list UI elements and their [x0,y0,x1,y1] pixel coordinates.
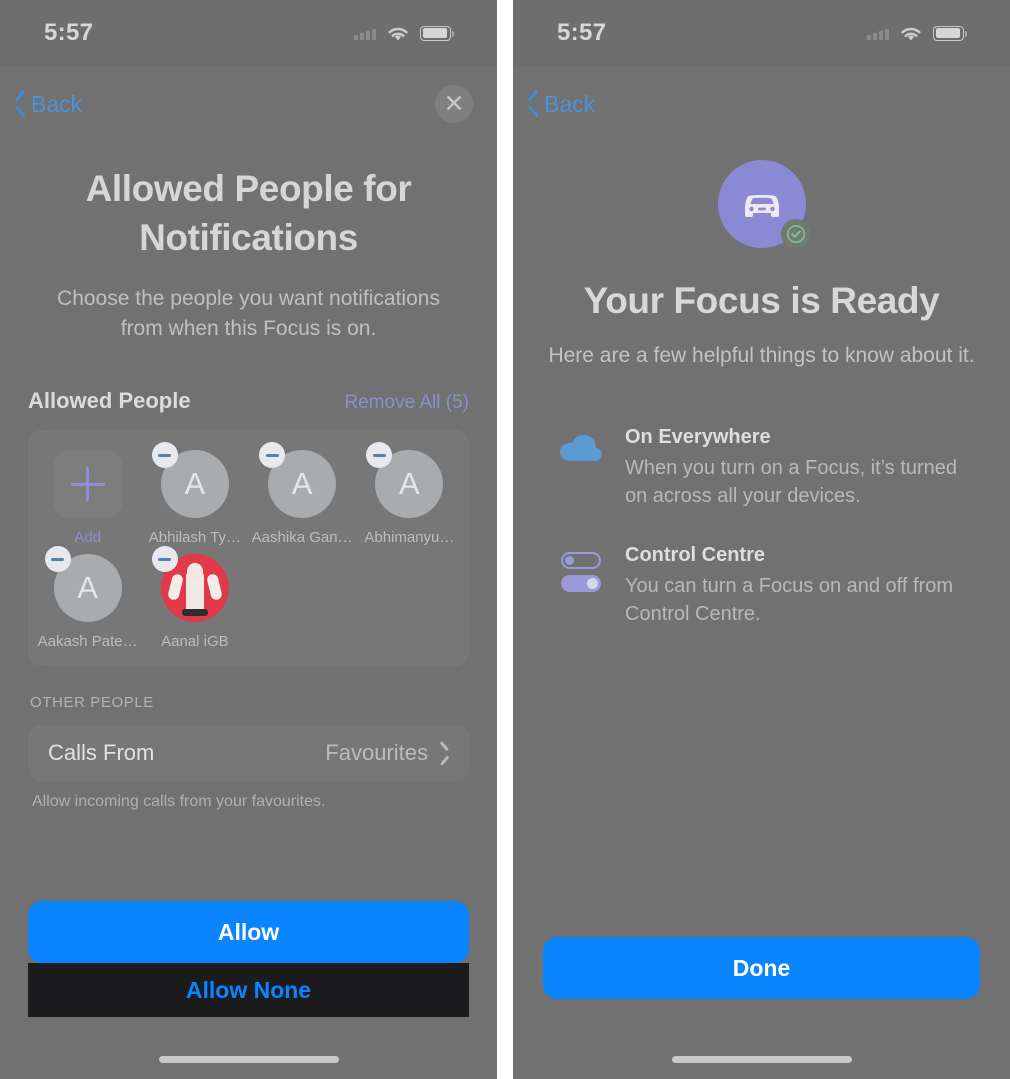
allowed-people-header: Allowed People Remove All (5) [0,344,497,414]
add-avatar [53,450,122,519]
person-item[interactable]: A Abhimanyu… [356,442,463,546]
status-bar-left: 5:57 [0,0,497,66]
status-time: 5:57 [557,19,607,46]
person-item[interactable]: A Aashika Gan… [249,442,356,546]
page-subtitle: Choose the people you want notifications… [57,287,440,341]
home-indicator[interactable] [158,1056,339,1063]
cellular-signal-icon [867,27,889,40]
done-button[interactable]: Done [543,937,980,999]
wifi-icon [388,27,408,40]
avatar-wrap: A [259,442,337,519]
allowed-people-grid: Add A Abhilash Ty… A Aashika Gan… A Abhi… [28,430,469,667]
screen-body-left: Back ✕ Allowed People for Notifications … [0,66,497,1079]
person-name: Aanal iGB [161,633,229,651]
feature-body: When you turn on a Focus, it’s turned on… [625,457,958,507]
person-name: Abhilash Ty… [148,529,242,547]
feature-title: On Everywhere [625,426,771,448]
remove-person-icon[interactable] [44,546,71,573]
hero-right: Your Focus is Ready Here are a few helpf… [513,142,1010,368]
person-name: Add [74,529,101,547]
person-item[interactable]: A Aakash Pate… [34,546,141,650]
cloud-icon [559,426,603,510]
battery-icon [933,25,967,41]
avatar-wrap: A [151,442,229,519]
add-box [53,450,122,519]
avatar-wrap: A [44,546,122,623]
status-indicators [354,24,454,43]
toggles-icon [559,544,603,628]
plus-icon [70,467,105,502]
home-indicator[interactable] [671,1056,852,1063]
person-name: Abhimanyu… [364,529,455,547]
calls-from-footnote: Allow incoming calls from your favourite… [32,793,326,811]
allow-button[interactable]: Allow [28,901,469,963]
page-subtitle: Here are a few helpful things to know ab… [548,344,975,367]
back-label: Back [544,90,596,117]
back-label: Back [31,90,83,117]
back-button[interactable]: Back [527,91,595,118]
feature-text: Control Centre You can turn a Focus on a… [625,544,972,628]
avatar-wrap [151,546,229,623]
status-bar-right: 5:57 [513,0,1010,66]
toggle-off [561,552,601,569]
remove-all-button[interactable]: Remove All (5) [344,392,469,414]
phone-panel-right: 5:57 Back Your Focus is Ready Here are a… [513,0,1010,1079]
battery-icon [420,25,454,41]
status-indicators [867,24,967,43]
chevron-right-icon [440,745,449,762]
avatar-wrap: A [366,442,444,519]
page-title: Your Focus is Ready [583,280,940,321]
feature-title: Control Centre [625,544,765,566]
close-icon: ✕ [443,89,465,118]
bottom-buttons-left: Allow Allow None [28,901,469,1017]
feature-text: On Everywhere When you turn on a Focus, … [625,426,972,510]
feature-item: On Everywhere When you turn on a Focus, … [559,426,972,510]
calls-from-value: Favourites [325,740,428,766]
bottom-buttons-right: Done [543,937,980,999]
focus-icon-wrap [717,160,811,249]
status-time: 5:57 [44,19,94,46]
chevron-left-icon [14,93,27,115]
nav-bar-left: Back ✕ [0,66,497,142]
calls-from-row[interactable]: Calls From Favourites [28,725,469,782]
calls-from-value-group: Favourites [325,740,449,766]
person-name: Aashika Gan… [251,529,353,547]
toggle-on [561,575,601,592]
feature-body: You can turn a Focus on and off from Con… [625,575,953,625]
allow-none-button[interactable]: Allow None [28,963,469,1017]
hero-left: Allowed People for Notifications Choose … [0,142,497,344]
chevron-left-icon [527,93,540,115]
wifi-icon [901,27,921,40]
person-item[interactable]: Aanal iGB [141,546,248,650]
screenshot-root: 5:57 Back ✕ Allowed People for Notificat… [0,0,1010,1079]
check-badge-icon [780,219,811,249]
page-title: Allowed People for Notifications [85,168,412,259]
section-title: Allowed People [28,388,191,414]
nav-bar-right: Back [513,66,1010,142]
add-person-button[interactable]: Add [34,442,141,546]
feature-item: Control Centre You can turn a Focus on a… [559,544,972,628]
screen-body-right: Back Your Focus is Ready Here are a few … [513,66,1010,1079]
person-name: Aakash Pate… [37,633,138,651]
calls-from-label: Calls From [48,740,155,766]
person-item[interactable]: A Abhilash Ty… [141,442,248,546]
phone-panel-left: 5:57 Back ✕ Allowed People for Notificat… [0,0,497,1079]
feature-list: On Everywhere When you turn on a Focus, … [513,426,1010,628]
cellular-signal-icon [354,27,376,40]
other-people-label: OTHER PEOPLE [30,694,154,712]
back-button[interactable]: Back [14,91,82,118]
close-button[interactable]: ✕ [435,85,473,123]
